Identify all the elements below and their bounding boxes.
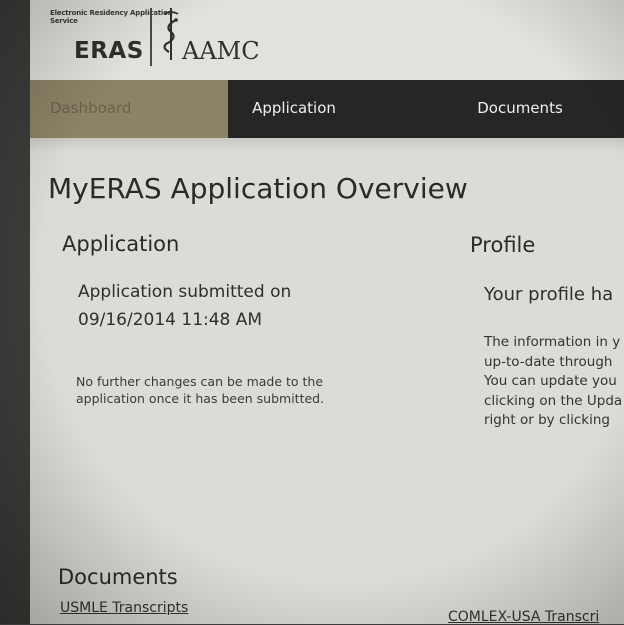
application-status-label: Application submitted on — [78, 282, 292, 302]
documents-heading: Documents — [58, 565, 178, 589]
tab-documents[interactable]: Documents — [460, 80, 580, 138]
comlex-transcripts-link[interactable]: COMLEX-USA Transcri — [448, 609, 599, 625]
site-header: Electronic Residency Application Service… — [30, 0, 624, 80]
profile-text-line: The information in y — [484, 334, 621, 350]
application-note: No further changes can be made to the ap… — [76, 374, 325, 406]
application-submitted-date: 09/16/2014 11:48 AM — [78, 310, 263, 330]
profile-text-line: clicking on the Upda — [484, 392, 623, 409]
main-nav: Dashboard Application Documents — [30, 80, 624, 138]
application-heading: Application — [62, 232, 180, 256]
tab-dashboard[interactable]: Dashboard — [30, 80, 228, 138]
profile-text-line: up-to-date through — [484, 353, 613, 370]
profile-status: Your profile ha — [484, 284, 614, 305]
aamc-logo[interactable]: AAMC — [182, 37, 260, 65]
eras-logo[interactable]: ERAS — [74, 38, 144, 64]
profile-text-line: right or by clicking — [484, 412, 611, 428]
eras-tagline: Electronic Residency Application Service — [50, 9, 173, 25]
logo-divider — [150, 8, 152, 66]
page-title: MyERAS Application Overview — [48, 172, 468, 205]
browser-screen: Electronic Residency Application Service… — [30, 0, 624, 625]
tab-application[interactable]: Application — [228, 80, 360, 138]
profile-description: The information in y up-to-date through … — [484, 333, 624, 431]
usmle-transcripts-link[interactable]: USMLE Transcripts — [60, 600, 188, 616]
profile-heading: Profile — [470, 233, 536, 257]
caduceus-icon — [163, 8, 179, 60]
profile-text-line: You can update you — [484, 373, 617, 389]
content-top-shadow — [30, 138, 624, 152]
